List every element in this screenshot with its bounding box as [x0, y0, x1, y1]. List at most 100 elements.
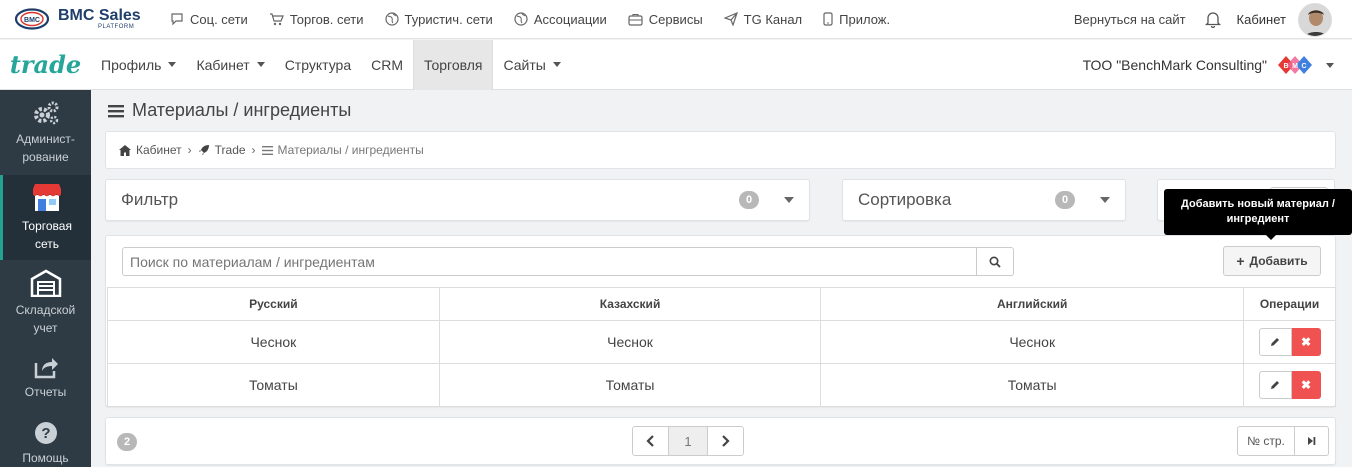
- add-tooltip: Добавить новый материал / ингредиент: [1164, 189, 1352, 240]
- column-header-english[interactable]: Английский: [820, 287, 1245, 321]
- nav-profile[interactable]: Профиль: [91, 40, 186, 90]
- company-selector[interactable]: ТОО "BenchMark Consulting" B M C: [1083, 40, 1334, 90]
- nav-sites[interactable]: Сайты: [493, 40, 570, 90]
- column-header-kazakh[interactable]: Казахский: [438, 287, 822, 321]
- sidebar-item-admin[interactable]: Админист-рование: [0, 90, 91, 175]
- cabinet-link[interactable]: Кабинет: [1237, 12, 1286, 27]
- back-to-site-link[interactable]: Вернуться на сайт: [1074, 12, 1186, 27]
- breadcrumb-cabinet[interactable]: Кабинет: [136, 143, 182, 157]
- bmc-logo-icon: BMC: [14, 8, 50, 30]
- sidebar-item-help[interactable]: ? Помощь: [0, 411, 91, 467]
- search-input[interactable]: [122, 247, 977, 276]
- page-title-text: Материалы / ингредиенты: [132, 100, 352, 120]
- top-nav-label: TG Канал: [743, 11, 803, 27]
- add-button-label: Добавить: [1249, 254, 1308, 268]
- company-logo-icon: B M C: [1277, 53, 1313, 77]
- top-nav-social[interactable]: Соц. сети: [170, 12, 248, 27]
- brand-logo[interactable]: trade: [0, 50, 91, 79]
- app-nav-bar: trade Профиль Кабинет Структура CRM Торг…: [0, 39, 1352, 90]
- plus-icon: +: [1236, 253, 1245, 269]
- company-name: ТОО "BenchMark Consulting": [1082, 57, 1267, 73]
- cell-kazakh: Томаты: [438, 363, 822, 407]
- materials-panel: + Добавить Русский Казахский Английский …: [105, 235, 1336, 407]
- top-nav-trade[interactable]: Торгов. сети: [269, 12, 364, 27]
- sort-panel[interactable]: Сортировка 0: [842, 179, 1126, 221]
- breadcrumb-trade[interactable]: Trade: [215, 143, 246, 157]
- cell-operations: ✖: [1243, 363, 1336, 407]
- chevron-right-icon: ›: [187, 143, 192, 157]
- caret-down-icon: [256, 62, 265, 67]
- warehouse-icon: [30, 269, 61, 297]
- top-nav-label: Ассоциации: [533, 11, 607, 27]
- sidebar-item-label: Админист-рование: [16, 131, 75, 164]
- globe-icon: [384, 12, 399, 26]
- cell-english: Томаты: [820, 363, 1245, 407]
- top-nav-label: Сервисы: [648, 11, 703, 27]
- top-nav-label: Туристич. сети: [404, 11, 493, 27]
- breadcrumb: Кабинет › Trade › Материалы / ингредиент…: [105, 131, 1336, 169]
- pagination: 1: [632, 426, 744, 456]
- breadcrumb-current: Материалы / ингредиенты: [277, 143, 424, 157]
- column-header-russian[interactable]: Русский: [107, 287, 440, 321]
- current-page[interactable]: 1: [669, 426, 707, 456]
- table-row: Томаты Томаты Томаты ✖: [107, 363, 1336, 407]
- top-nav-apps[interactable]: Прилож.: [823, 12, 890, 27]
- delete-button[interactable]: ✖: [1291, 328, 1321, 356]
- top-nav-label: Соц. сети: [190, 11, 248, 27]
- sidebar-item-label: Отчеты: [24, 385, 67, 399]
- caret-down-icon: [168, 62, 177, 67]
- pencil-icon: [1271, 338, 1279, 346]
- caret-down-icon: [1100, 197, 1110, 203]
- briefcase-icon: [628, 13, 643, 26]
- svg-text:C: C: [1301, 63, 1306, 70]
- page-jump: № стр.: [1237, 426, 1329, 456]
- platform-logo[interactable]: BMC BMC Sales PLATFORM: [14, 8, 170, 30]
- chevron-right-icon: [722, 435, 730, 447]
- close-icon: ✖: [1300, 378, 1312, 392]
- nav-trade[interactable]: Торговля: [413, 39, 494, 90]
- nav-structure[interactable]: Структура: [275, 40, 361, 90]
- top-nav-services[interactable]: Сервисы: [628, 12, 703, 27]
- close-icon: ✖: [1300, 335, 1312, 349]
- top-nav-telegram[interactable]: TG Канал: [723, 11, 803, 27]
- chevron-right-icon: ›: [251, 143, 256, 157]
- go-to-page-button[interactable]: [1295, 426, 1329, 456]
- sidebar-item-label: Торговая сеть: [22, 218, 72, 251]
- column-header-operations: Операции: [1243, 287, 1336, 321]
- filter-panel[interactable]: Фильтр 0: [105, 179, 810, 221]
- cart-icon: [269, 13, 284, 26]
- pagination-panel: 2 1 № стр.: [105, 417, 1336, 465]
- next-page-button[interactable]: [707, 426, 744, 456]
- bell-icon[interactable]: [1204, 11, 1221, 28]
- search-button[interactable]: [977, 247, 1014, 276]
- add-button[interactable]: + Добавить: [1223, 246, 1321, 276]
- mobile-icon: [823, 12, 833, 26]
- avatar[interactable]: [1298, 2, 1332, 37]
- total-count-badge: 2: [117, 433, 137, 451]
- sort-title: Сортировка: [858, 190, 952, 209]
- logo-sub: PLATFORM: [98, 24, 135, 30]
- top-bar: BMC BMC Sales PLATFORM Соц. сети Торгов.…: [0, 0, 1352, 39]
- materials-table: Русский Казахский Английский Операции Че…: [107, 287, 1336, 407]
- cell-russian: Томаты: [107, 363, 440, 407]
- home-icon: [119, 144, 131, 156]
- top-nav-associations[interactable]: Ассоциации: [514, 12, 607, 27]
- menu-icon[interactable]: [108, 104, 124, 118]
- help-icon: ?: [34, 422, 57, 444]
- svg-text:?: ?: [41, 425, 50, 442]
- top-nav-tourism[interactable]: Туристич. сети: [384, 11, 493, 27]
- sidebar-item-warehouse[interactable]: Складской учет: [0, 260, 91, 345]
- delete-button[interactable]: ✖: [1291, 371, 1321, 399]
- edit-button[interactable]: [1258, 371, 1292, 399]
- svg-text:BMC: BMC: [24, 17, 40, 24]
- svg-text:B: B: [1283, 63, 1288, 70]
- nav-cabinet[interactable]: Кабинет: [186, 40, 274, 90]
- prev-page-button[interactable]: [632, 426, 669, 456]
- main-nav: Профиль Кабинет Структура CRM Торговля С…: [91, 39, 571, 90]
- sidebar-item-label: Складской учет: [15, 302, 76, 335]
- page-number-input[interactable]: № стр.: [1237, 426, 1295, 456]
- sidebar-item-reports[interactable]: Отчеты: [0, 345, 91, 411]
- edit-button[interactable]: [1258, 328, 1292, 356]
- sidebar-item-trade-network[interactable]: Торговая сеть: [0, 175, 91, 260]
- nav-crm[interactable]: CRM: [361, 40, 413, 90]
